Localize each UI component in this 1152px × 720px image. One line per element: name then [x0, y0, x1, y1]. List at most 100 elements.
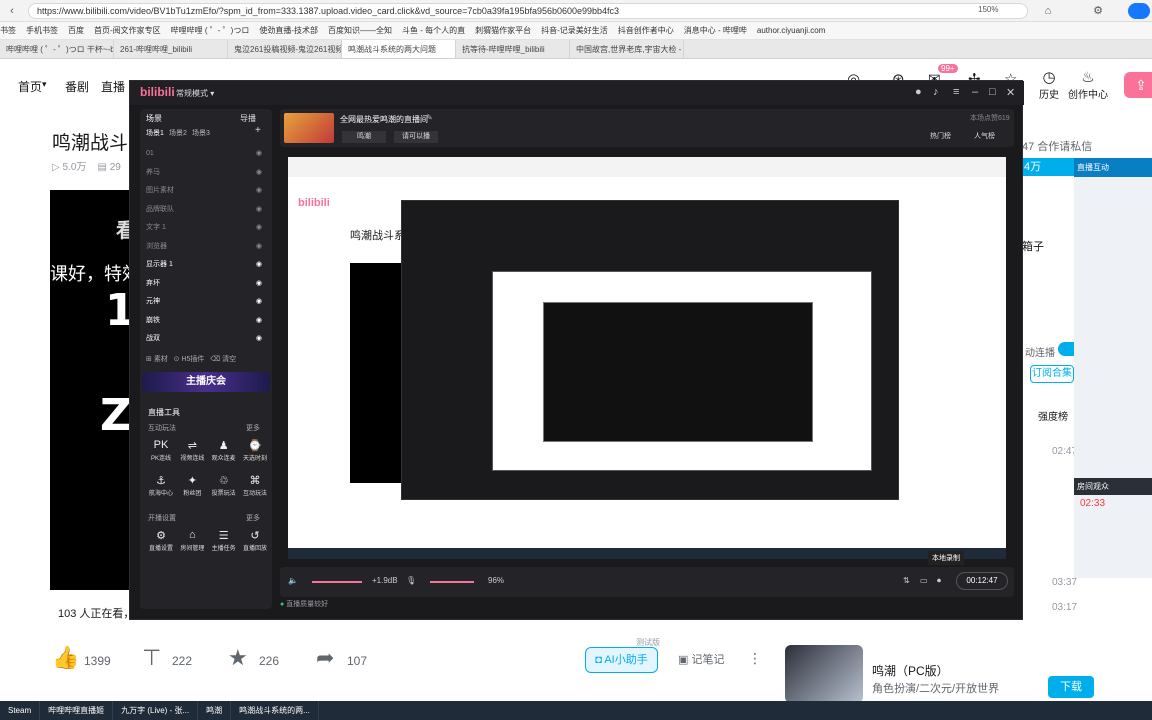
share-icon[interactable]: ➦	[316, 645, 334, 671]
back-icon[interactable]: ‹	[4, 3, 20, 19]
eye-icon[interactable]: ◉	[256, 145, 262, 163]
game-cover[interactable]	[785, 645, 863, 703]
avatar-icon[interactable]: ●	[915, 86, 922, 98]
bookmark-item[interactable]: 斗鱼 - 每个人的直	[402, 22, 465, 39]
source-item[interactable]: 文字 1 ◉	[146, 219, 266, 237]
eye-icon[interactable]: ◉	[256, 238, 262, 256]
eye-icon[interactable]: ◉	[256, 256, 262, 274]
scene-tab-1[interactable]: 场景1	[146, 128, 164, 138]
creator-link[interactable]: ♨ 创作中心	[1068, 68, 1108, 101]
tool-item[interactable]: ☰ 主播任务	[209, 529, 239, 552]
mic-slider[interactable]	[430, 581, 474, 583]
speaker-icon[interactable]: 🔈	[288, 576, 298, 585]
source-item[interactable]: 01 ◉	[146, 145, 266, 163]
bell-icon[interactable]: ♪	[933, 86, 939, 98]
browser-tab[interactable]: 261-哔哩哔哩_bilibili	[114, 40, 228, 58]
notes-button[interactable]: ▣ 记笔记	[678, 651, 724, 667]
stream-preview[interactable]: bilibili 鸣潮战斗系	[288, 157, 1006, 559]
source-item[interactable]: 弃坏 ◉	[146, 275, 266, 293]
bookmark-item[interactable]: 使劲直播-技术部	[259, 22, 318, 39]
guide-button[interactable]: 导播	[240, 113, 256, 124]
tool-item[interactable]: ♲ 投票玩法	[209, 474, 239, 497]
more-tools-1[interactable]: 更多	[246, 423, 260, 433]
bookmark-item[interactable]: 书签	[0, 22, 16, 39]
h5-plugin-button[interactable]: ⊙ H5插件	[174, 356, 205, 363]
desktop-audio-slider[interactable]	[312, 581, 362, 583]
room-tag-2[interactable]: 请可以播	[394, 131, 438, 143]
mic-icon[interactable]: 🎙	[406, 576, 416, 585]
source-item[interactable]: 显示器 1 ◉	[146, 256, 266, 274]
browser-tab[interactable]: 哔哩哔哩 ( ゜- ゜)つロ 干杯~-bili	[0, 40, 114, 58]
ai-assistant-button[interactable]: ◘ AI小助手	[585, 647, 658, 673]
eye-icon[interactable]: ◉	[256, 330, 262, 348]
tool-item[interactable]: ⇌ 视频连线	[177, 439, 207, 462]
eye-icon[interactable]: ◉	[256, 293, 262, 311]
bookmark-item[interactable]: 消息中心 - 哔哩哔	[684, 22, 747, 39]
hot-rank[interactable]: 热门榜	[930, 131, 951, 141]
like-icon[interactable]: 👍	[52, 645, 79, 671]
source-item[interactable]: 元神 ◉	[146, 293, 266, 311]
mode-selector[interactable]: 常规模式 ▾	[176, 88, 214, 99]
settings-icon[interactable]: ⇅	[903, 576, 910, 585]
star-icon[interactable]: ★	[228, 645, 248, 671]
source-item[interactable]: 养马 ◉	[146, 164, 266, 182]
more-tools-2[interactable]: 更多	[246, 513, 260, 523]
tool-item[interactable]: PK PK连线	[146, 439, 176, 462]
eye-icon[interactable]: ◉	[256, 182, 262, 200]
browser-tab[interactable]: 鬼泣261投稿视频-鬼泣261视频	[228, 40, 342, 58]
nav-live[interactable]: 直播	[101, 78, 125, 95]
tool-item[interactable]: ⌚ 天选时刻	[240, 439, 270, 462]
eye-icon[interactable]: ◉	[256, 312, 262, 330]
nav-drama[interactable]: 番剧	[65, 78, 89, 95]
tool-item[interactable]: ⚓ 航海中心	[146, 474, 176, 497]
streamer-banner[interactable]: 主播庆会	[142, 372, 270, 392]
browser-tab[interactable]: 鸣潮战斗系统的两大问题	[342, 40, 456, 58]
browser-tab[interactable]: 中国故宫,世界老库,宇宙大检 - 抖	[570, 40, 684, 58]
maximize-icon[interactable]: □	[989, 86, 996, 98]
tool-item[interactable]: ⌂ 房间管理	[177, 529, 207, 552]
nav-home[interactable]: 首页	[18, 78, 42, 95]
bookmark-item[interactable]: 哔哩哔哩 ( ゜- ゜)つロ	[171, 22, 250, 39]
bookmark-item[interactable]: 手机书签	[26, 22, 58, 39]
record-icon[interactable]: ⏺	[937, 576, 941, 586]
upload-button[interactable]: ⇪	[1124, 72, 1152, 98]
scene-tab-2[interactable]: 场景2	[169, 128, 187, 138]
stream-duration[interactable]: 00:12:47	[956, 572, 1008, 590]
source-item[interactable]: 图片素材 ◉	[146, 182, 266, 200]
eye-icon[interactable]: ◉	[256, 164, 262, 182]
scene-tab-3[interactable]: 场景3	[192, 128, 210, 138]
history-link[interactable]: ◷ 历史	[1029, 68, 1069, 101]
follow-button[interactable]: 4万	[1022, 158, 1074, 176]
close-icon[interactable]: ✕	[1006, 86, 1015, 99]
bookmark-item[interactable]: 抖音创作者中心	[618, 22, 674, 39]
tool-item[interactable]: ⚙ 直播设置	[146, 529, 176, 552]
tool-item[interactable]: ♟ 观众连麦	[209, 439, 239, 462]
minimize-icon[interactable]: –	[972, 86, 978, 98]
bookmark-item[interactable]: author.ciyuanji.com	[757, 22, 825, 39]
room-tag-1[interactable]: 鸣潮	[342, 131, 386, 143]
coin-icon[interactable]: ⊤	[142, 645, 161, 671]
popularity-rank[interactable]: 人气榜	[974, 131, 995, 141]
room-cover[interactable]	[284, 113, 334, 143]
download-button[interactable]: 下载	[1048, 676, 1094, 698]
more-icon[interactable]: ⋮	[748, 650, 762, 667]
subscribe-button[interactable]: 订阅合集	[1030, 365, 1074, 383]
taskbar-item[interactable]: Steam	[0, 701, 41, 720]
source-item[interactable]: 浏览器 ◉	[146, 238, 266, 256]
menu-icon[interactable]: ≡	[953, 86, 959, 98]
source-item[interactable]: 战双 ◉	[146, 330, 266, 348]
edit-icon[interactable]: ✎	[426, 113, 433, 122]
extensions-icon[interactable]: ⚙	[1090, 3, 1106, 19]
collections-icon[interactable]: ⌂	[1040, 3, 1056, 19]
bookmark-item[interactable]: 首页-阅文作家专区	[94, 22, 161, 39]
eye-icon[interactable]: ◉	[256, 275, 262, 293]
bookmark-item[interactable]: 百度知识——全知	[328, 22, 392, 39]
material-button[interactable]: ⊞ 素材	[146, 356, 168, 363]
url-field[interactable]: https://www.bilibili.com/video/BV1bTu1zm…	[28, 3, 1028, 19]
bookmark-item[interactable]: 刺猬猫作家平台	[475, 22, 531, 39]
source-item[interactable]: 品牌联队 ◉	[146, 201, 266, 219]
zoom-level[interactable]: 150%	[978, 5, 998, 14]
taskbar-item[interactable]: 哔哩哔哩直播姬	[40, 701, 114, 720]
eye-icon[interactable]: ◉	[256, 219, 262, 237]
source-item[interactable]: 崩铁 ◉	[146, 312, 266, 330]
